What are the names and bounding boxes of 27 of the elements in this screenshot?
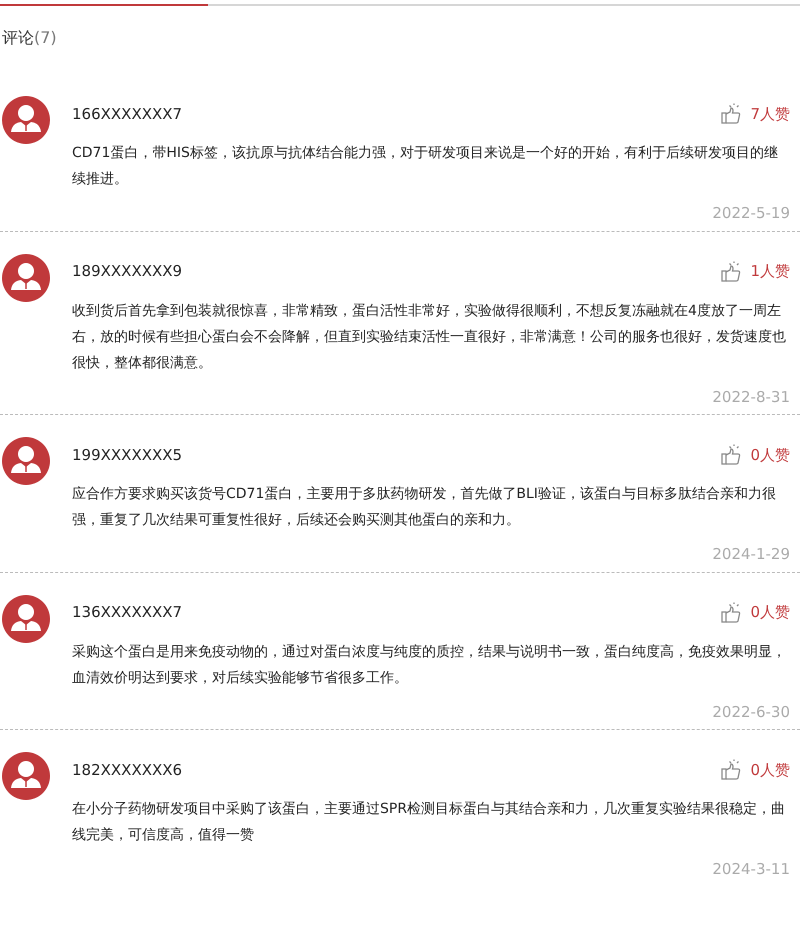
like-count: 1人赞 [750,261,790,282]
thumbs-up-icon[interactable] [720,444,742,466]
comments-title: 评论 [2,27,34,49]
like-count: 7人赞 [750,104,790,125]
comment-count: (7) [34,27,57,49]
like-count: 0人赞 [750,602,790,624]
comment-date: 2022-6-30 [712,702,790,722]
comment-text: CD71蛋白，带HIS标签，该抗原与抗体结合能力强，对于研发项目来说是一个好的开始，有利于后续研发项目的继续推进。 [72,144,779,189]
thumbs-up-icon[interactable] [720,602,742,624]
username: 182XXXXXXX6 [72,760,182,781]
thumbs-up-icon[interactable] [720,759,742,781]
username: 166XXXXXXX7 [72,104,182,125]
comment-date: 2024-1-29 [712,544,790,565]
comment-date: 2022-5-19 [712,203,790,224]
like-count: 0人赞 [750,760,790,781]
comment-text: 应合作方要求购买该货号CD71蛋白，主要用于多肽药物研发，首先做了BLI验证，该蛋白与目标多肽结合亲和力很强，重复了几次结果可重复性很好，后续还会购买测其他蛋白的亲和力。 [72,485,777,530]
comment-text: 采购这个蛋白是用来免疫动物的，通过对蛋白浓度与纯度的质控，结果与说明书一致，蛋白纯度高，免疫效果明显，血清效价明达到要求，对后续实验能够节省很多工作。 [72,642,787,688]
username: 189XXXXXXX9 [72,261,182,282]
thumbs-up-icon[interactable] [720,103,742,125]
comment-date: 2024-3-11 [712,859,790,880]
comment-text: 收到货后首先拿到包装就很惊喜，非常精致，蛋白活性非常好，实验做得很顺利，不想反复冻融就在4度放了一周左右，放的时候有些担心蛋白会不会降解，但直到实验结束活性一直很好，非常满意！公司的服务也很好，发货速度也很快，整体都很满意。 [72,302,787,372]
like-count: 0人赞 [750,444,790,466]
thumbs-up-icon[interactable] [720,260,742,282]
comment-date: 2022-8-31 [712,386,790,408]
username: 136XXXXXXX7 [72,602,182,624]
username: 199XXXXXXX5 [72,444,182,466]
comment-text: 在小分子药物研发项目中采购了该蛋白，主要通过SPR检测目标蛋白与其结合亲和力，几次重复实验结果很稳定，曲线完美，可信度高，值得一赞 [72,800,786,845]
